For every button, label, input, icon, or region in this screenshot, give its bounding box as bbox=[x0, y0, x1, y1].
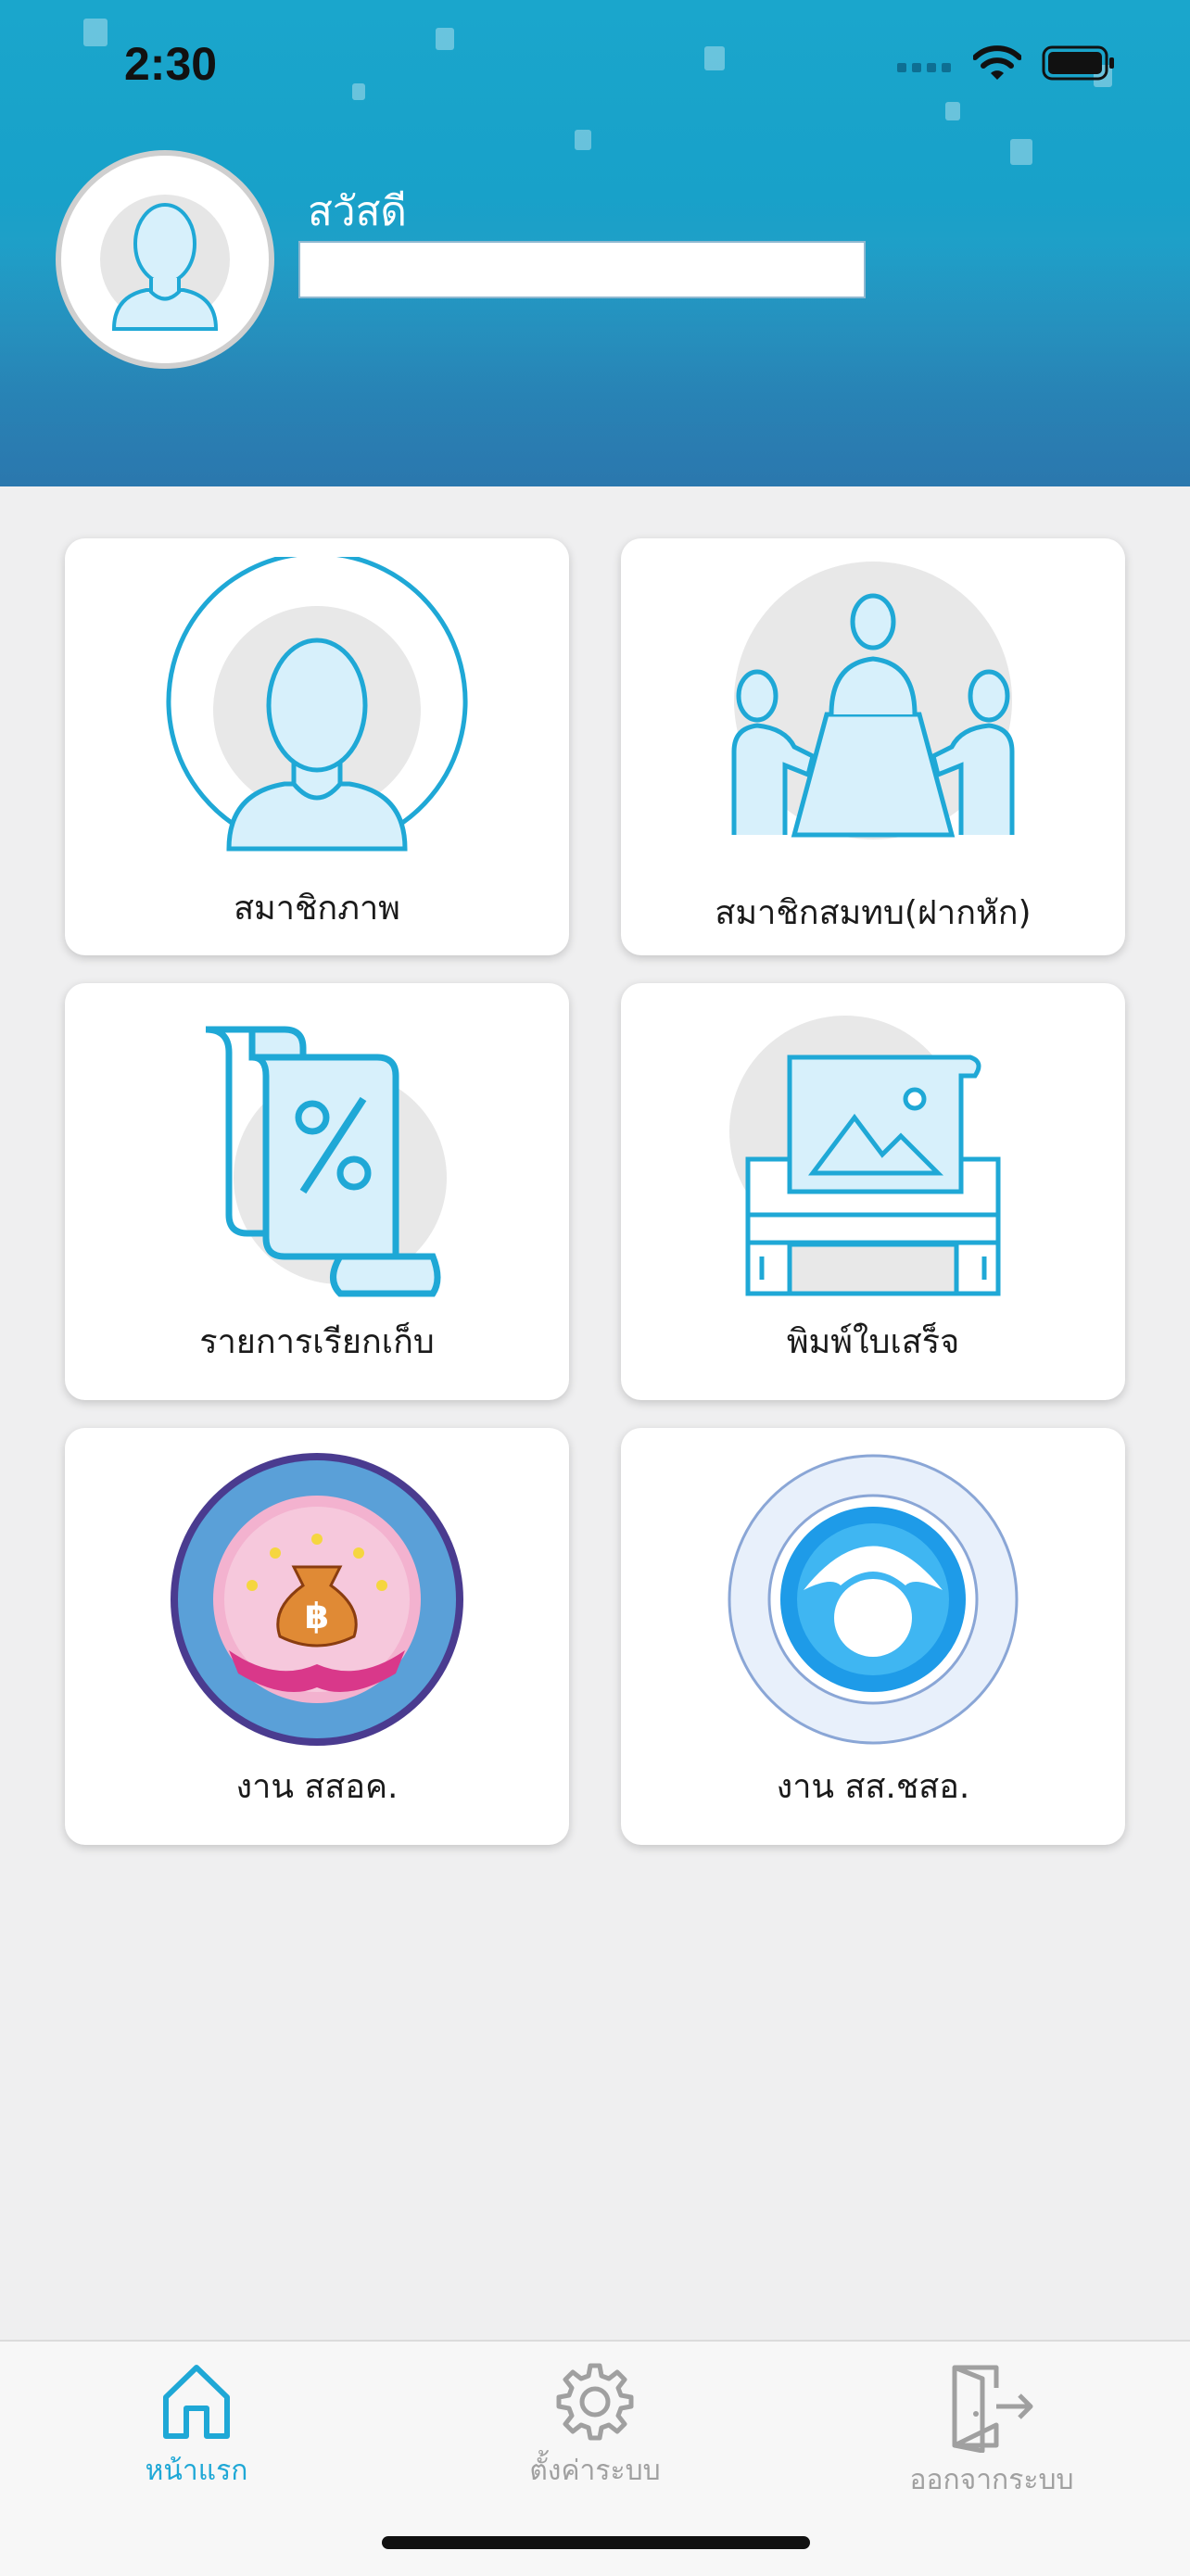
cellular-signal-icon bbox=[897, 63, 951, 72]
tab-home[interactable]: หน้าแรก bbox=[57, 2360, 335, 2493]
greeting-text: สวัสดี bbox=[308, 188, 407, 235]
tab-settings-label: ตั้งค่าระบบ bbox=[529, 2455, 661, 2487]
card-print-receipt[interactable]: พิมพ์ใบเสร็จ bbox=[621, 983, 1125, 1400]
card-label: งาน สสอค. bbox=[235, 1768, 399, 1806]
card-label: พิมพ์ใบเสร็จ bbox=[786, 1323, 960, 1361]
user-name-field bbox=[298, 241, 866, 298]
card-associate-member[interactable]: สมาชิกสมทบ(ฝากหัก) bbox=[621, 538, 1125, 955]
card-label: สมาชิกสมทบ(ฝากหัก) bbox=[715, 894, 1032, 932]
home-indicator[interactable] bbox=[382, 2536, 810, 2549]
member-profile-icon bbox=[166, 557, 468, 852]
logout-icon bbox=[952, 2365, 1033, 2453]
tab-logout[interactable]: ออกจากระบบ bbox=[853, 2360, 1131, 2502]
status-icons bbox=[897, 44, 1116, 82]
card-ssok[interactable]: ฿ งาน สสอค. bbox=[65, 1428, 569, 1845]
card-label: งาน สส.ชสอ. bbox=[776, 1768, 970, 1806]
battery-icon bbox=[1042, 45, 1114, 81]
svg-text:฿: ฿ bbox=[305, 1596, 329, 1636]
card-membership[interactable]: สมาชิกภาพ bbox=[65, 538, 569, 955]
gear-icon bbox=[556, 2363, 634, 2441]
ssok-logo: ฿ bbox=[171, 1453, 463, 1746]
card-sschso[interactable]: งาน สส.ชสอ. bbox=[621, 1428, 1125, 1845]
card-billing-list[interactable]: รายการเรียกเก็บ bbox=[65, 983, 569, 1400]
sschso-logo bbox=[728, 1454, 1019, 1745]
tab-settings[interactable]: ตั้งค่าระบบ bbox=[456, 2360, 734, 2493]
card-label: รายการเรียกเก็บ bbox=[199, 1323, 435, 1361]
print-receipt-icon bbox=[729, 1016, 1001, 1296]
tab-home-label: หน้าแรก bbox=[145, 2455, 248, 2487]
profile-header: 2:30 สวัสดี bbox=[0, 0, 1190, 486]
associate-meeting-icon bbox=[731, 562, 1015, 840]
person-avatar-icon bbox=[100, 195, 230, 331]
card-label: สมาชิกภาพ bbox=[234, 890, 400, 928]
wifi-icon bbox=[973, 45, 1021, 80]
tab-logout-label: ออกจากระบบ bbox=[909, 2464, 1074, 2496]
status-time: 2:30 bbox=[124, 38, 218, 90]
home-icon bbox=[163, 2365, 230, 2439]
user-avatar[interactable] bbox=[56, 150, 274, 369]
billing-list-icon bbox=[205, 1026, 447, 1297]
